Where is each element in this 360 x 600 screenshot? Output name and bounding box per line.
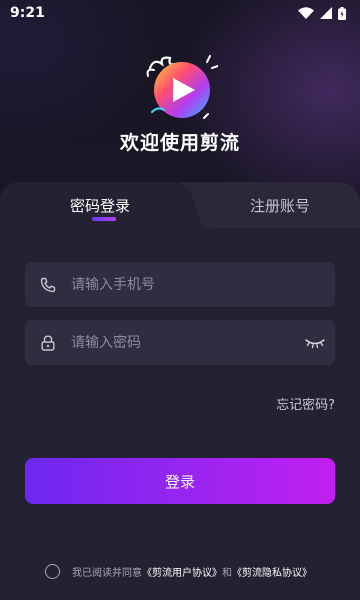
tab-password-login[interactable]: 密码登录: [0, 182, 200, 228]
status-time: 9:21: [10, 5, 45, 21]
status-icons: [298, 6, 346, 20]
tab-register[interactable]: 注册账号: [200, 182, 360, 228]
login-card: 密码登录 注册账号 忘记密码? 登录: [0, 182, 360, 600]
play-logo-icon: [146, 55, 218, 119]
privacy-agreement-link[interactable]: 《剪流隐私协议》: [232, 564, 312, 579]
signal-icon: [320, 7, 332, 19]
tab-register-label: 注册账号: [249, 196, 310, 215]
tab-active-indicator: [92, 217, 116, 221]
agreement-prefix: 我已阅读并同意: [72, 568, 142, 579]
password-input[interactable]: [71, 320, 295, 365]
user-agreement-link[interactable]: 《剪流用户协议》: [142, 564, 222, 579]
phone-icon: [25, 262, 71, 307]
phone-input[interactable]: [71, 262, 335, 307]
agreement-checkbox[interactable]: [45, 564, 60, 579]
password-field: [25, 320, 335, 365]
login-button[interactable]: 登录: [25, 458, 335, 504]
wifi-icon: [298, 7, 314, 19]
status-bar: 9:21: [0, 0, 360, 26]
eye-closed-icon[interactable]: [295, 320, 335, 365]
app-title: 欢迎使用剪流: [119, 132, 240, 154]
lock-icon: [25, 320, 71, 365]
card-body: [0, 182, 360, 600]
phone-field: [25, 262, 335, 307]
forgot-password-link[interactable]: 忘记密码?: [276, 394, 335, 413]
tab-password-login-label: 密码登录: [69, 196, 130, 215]
battery-icon: [338, 6, 346, 20]
agreement-conjunction: 和: [222, 568, 232, 579]
agreement-row: 我已阅读并同意 《剪流用户协议》 和 《剪流隐私协议》: [45, 564, 312, 579]
